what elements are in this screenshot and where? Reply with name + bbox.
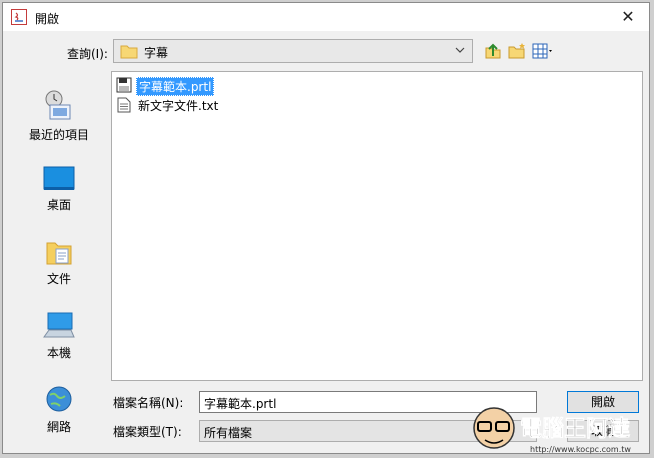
filename-label: 檔案名稱(N):: [113, 396, 184, 410]
desktop-icon: [43, 166, 75, 190]
places-item-documents[interactable]: 文件: [13, 237, 105, 287]
open-dialog: 開啟 ✕ 查詢(I): 字幕 最近的項目 桌面 文件 本機 網路 字幕範本.pr…: [2, 2, 650, 454]
places-item-computer[interactable]: 本機: [13, 311, 105, 361]
watermark-url: http://www.kocpc.com.tw: [530, 445, 631, 454]
title-bar: 開啟 ✕: [3, 3, 649, 31]
places-item-desktop[interactable]: 桌面: [13, 165, 105, 213]
chevron-down-icon: [455, 47, 465, 53]
file-list[interactable]: 字幕範本.prtl 新文字文件.txt: [111, 71, 643, 381]
new-folder-icon[interactable]: [507, 41, 527, 61]
watermark-text: 電腦王阿達: [520, 416, 630, 442]
filetype-label: 檔案類型(T):: [113, 425, 182, 439]
file-name: 字幕範本.prtl: [136, 77, 215, 96]
look-in-label: 查詢(I):: [67, 47, 108, 61]
close-icon: ✕: [621, 7, 635, 26]
places-item-recent[interactable]: 最近的項目: [13, 89, 105, 143]
close-button[interactable]: ✕: [613, 6, 643, 28]
places-item-network[interactable]: 網路: [13, 385, 105, 435]
computer-icon: [43, 312, 75, 338]
places-item-label: 網路: [46, 420, 71, 434]
network-icon: [46, 386, 72, 412]
folder-icon: [120, 45, 138, 59]
places-item-label: 本機: [46, 346, 71, 360]
look-in-combo[interactable]: 字幕: [113, 39, 473, 63]
documents-icon: [46, 242, 72, 265]
watermark-logo: 電腦王阿達 http://www.kocpc.com.tw: [473, 407, 631, 454]
java-app-icon: [11, 9, 27, 25]
disk-file-icon: [116, 77, 132, 93]
places-item-label: 桌面: [46, 198, 71, 212]
look-in-value: 字幕: [144, 46, 169, 60]
places-item-label: 最近的項目: [28, 128, 89, 142]
places-item-label: 文件: [46, 272, 71, 286]
text-file-icon: [117, 97, 131, 113]
recent-items-icon: [45, 90, 71, 120]
window-title: 開啟: [35, 12, 60, 26]
up-folder-icon[interactable]: [483, 41, 503, 61]
places-bar: 最近的項目 桌面 文件 本機 網路: [13, 71, 105, 455]
file-name: 新文字文件.txt: [138, 99, 219, 113]
view-menu-icon[interactable]: [531, 41, 555, 61]
